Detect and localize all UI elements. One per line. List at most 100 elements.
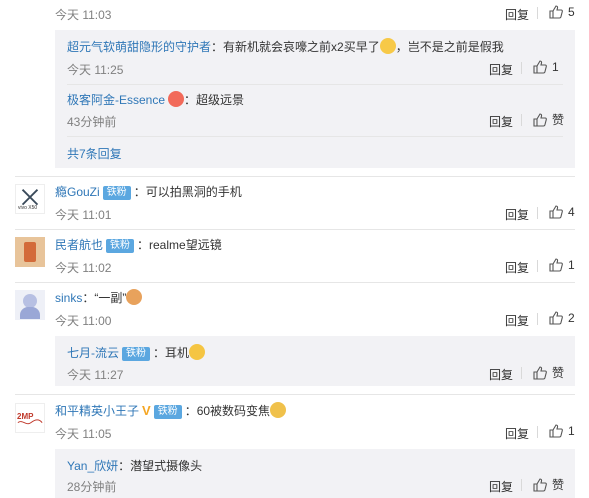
divider [537,426,538,438]
divider [537,7,538,19]
reply-button[interactable]: 回复 [489,366,513,383]
comment-text: ：“一副” [82,291,127,305]
divider [15,176,575,177]
like-count: 1 [552,60,559,74]
comment-time: 今天 11:03 [55,8,112,22]
reply-button[interactable]: 回复 [505,312,529,329]
comment: 和平精英小王子 V 铁粉 ：60被数码变焦 [55,402,287,419]
like-count: 1 [568,424,575,438]
reply-text: ：潜望式摄像头 [118,459,203,473]
comment-text: ：60被数码变焦 [184,404,271,418]
like-button[interactable]: 1 [548,257,575,273]
divider [537,260,538,272]
reply-time: 43分钟前 [67,115,117,129]
fan-badge: 铁粉 [106,239,135,253]
thumb-up-icon [549,424,563,438]
like-label: 赞 [552,478,565,492]
sub-reply: 极客阿金-Essence ：超级远景 [67,91,244,108]
thumb-up-icon [549,205,563,219]
like-button[interactable]: 赞 [532,476,564,493]
sub-reply: Yan_欣妍：潜望式摄像头 [67,457,202,474]
avatar-text: vivo X50 [18,205,38,211]
divider [67,136,563,137]
comment-time: 今天 11:00 [55,314,112,328]
reply-button[interactable]: 回复 [489,478,513,495]
user-name[interactable]: 极客阿金-Essence [67,93,165,107]
reply-text: ：超级远景 [184,93,245,107]
thinking-emoji-icon [189,344,206,360]
like-button[interactable]: 赞 [532,111,564,128]
love-emoji-icon [168,91,185,107]
divider [15,394,575,395]
user-name[interactable]: sinks [55,291,82,305]
divider [15,229,575,230]
reply-time: 今天 11:25 [67,63,124,77]
reply-button[interactable]: 回复 [489,61,513,78]
reply-button[interactable]: 回复 [505,425,529,442]
like-count: 2 [568,311,575,325]
sub-reply: 七月-流云 铁粉 ：耳机 [67,344,206,361]
thumb-up-icon [533,477,547,492]
user-name[interactable]: 瘾GouZi [55,185,100,199]
thumb-up-icon [533,60,547,74]
reply-text: ：耳机 [153,346,190,360]
fan-badge: 铁粉 [102,186,131,200]
thumb-up-icon [533,112,547,127]
like-button[interactable]: 1 [548,423,575,439]
fan-badge: 铁粉 [153,405,182,419]
sub-reply-box: 七月-流云 铁粉 ：耳机 今天 11:27 回复 赞 [55,336,575,386]
divider [521,62,522,74]
user-name[interactable]: 民者航也 [55,238,103,252]
divider [521,479,522,491]
divider [521,367,522,379]
avatar-body-icon [20,307,40,319]
divider [15,282,575,283]
like-count: 4 [568,205,575,219]
reply-button[interactable]: 回复 [505,206,529,223]
sub-reply-box: 超元气软萌甜隐形的守护者：有新机就会哀嚎之前x2买早了 ，岂不是之前是假我 今天 … [55,30,575,168]
like-button[interactable]: 4 [548,204,575,220]
avatar[interactable] [15,290,45,320]
phone-icon [24,242,36,262]
reply-time: 今天 11:27 [67,368,124,382]
thumb-up-icon [533,365,547,380]
reply-time: 28分钟前 [67,480,117,494]
avatar[interactable]: 2MP [15,403,45,433]
thumb-up-icon [549,311,563,325]
reply-button[interactable]: 回复 [505,6,529,23]
like-count: 1 [568,258,575,272]
divider [67,84,563,85]
comment: sinks：“一副” [55,289,143,306]
comment: 民者航也 铁粉 ：realme望远镜 [55,236,222,253]
avatar[interactable]: vivo X50 [15,184,45,214]
avatar-head-icon [23,294,37,308]
divider [537,313,538,325]
like-label: 赞 [552,113,565,127]
fan-badge: 铁粉 [122,347,150,361]
reply-button[interactable]: 回复 [505,259,529,276]
reply-button[interactable]: 回复 [489,113,513,130]
user-name[interactable]: Yan_欣妍 [67,459,118,473]
comment-text: ：可以拍黑洞的手机 [133,185,242,199]
cat-emoji-icon [126,289,143,305]
like-button[interactable]: 2 [548,310,575,326]
comment-time: 今天 11:02 [55,261,112,275]
thumb-up-icon [549,258,563,272]
dog-emoji-icon [270,402,287,418]
crying-emoji-icon [379,38,396,54]
thumb-up-icon [549,5,563,19]
like-button[interactable]: 1 [532,59,559,75]
comment: 瘾GouZi 铁粉 ：可以拍黑洞的手机 [55,183,242,200]
like-count: 5 [568,5,575,19]
more-replies-link[interactable]: 共7条回复 [67,145,122,162]
sub-reply: 超元气软萌甜隐形的守护者：有新机就会哀嚎之前x2买早了 ，岂不是之前是假我 [67,38,504,55]
like-button[interactable]: 5 [548,4,575,20]
user-name[interactable]: 七月-流云 [67,346,119,360]
user-name[interactable]: 超元气软萌甜隐形的守护者 [67,40,211,54]
like-button[interactable]: 赞 [532,364,564,381]
divider [521,114,522,126]
user-name[interactable]: 和平精英小王子 [55,404,139,418]
comment-time: 今天 11:01 [55,208,112,222]
avatar[interactable] [15,237,45,267]
signal-wave-icon [17,419,43,425]
